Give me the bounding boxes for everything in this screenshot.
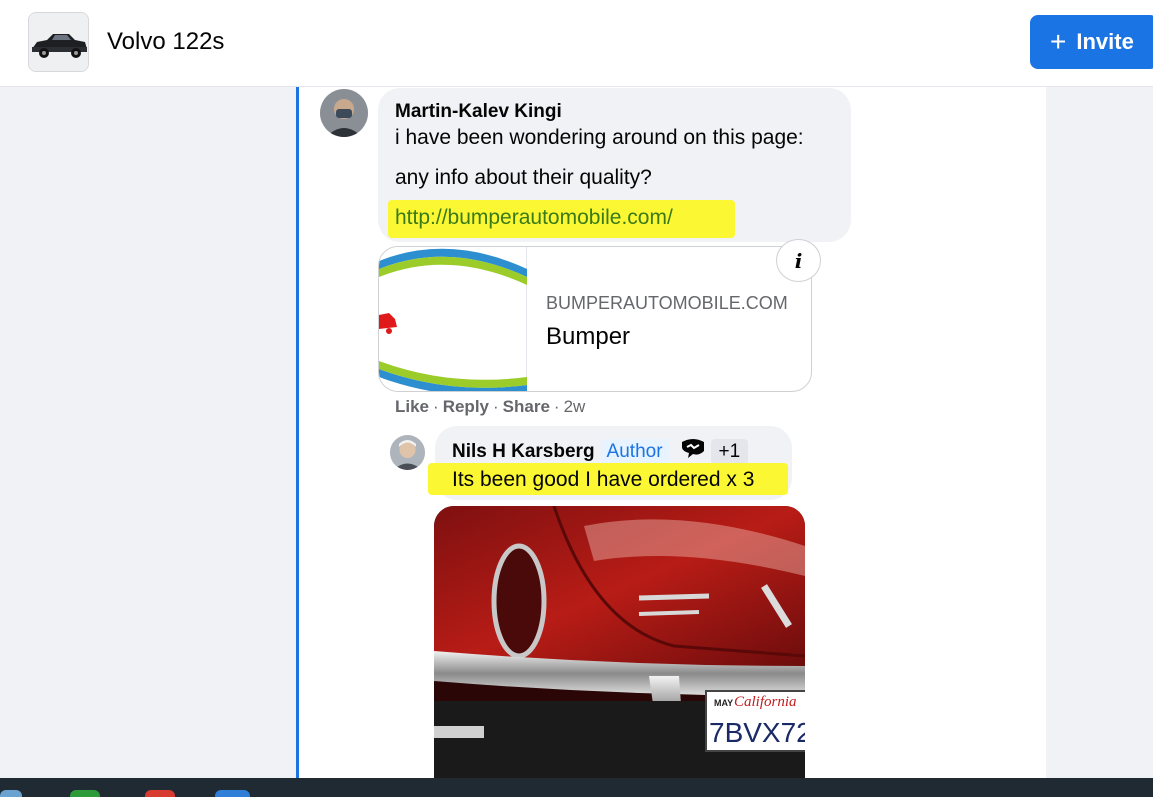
os-taskbar (0, 778, 1153, 797)
share-button[interactable]: Share (503, 397, 550, 416)
taskbar-app-icon[interactable] (145, 790, 175, 797)
avatar[interactable] (320, 89, 368, 137)
like-button[interactable]: Like (395, 397, 429, 416)
bumper-logo-image (379, 248, 527, 391)
red-volvo-rear-image: MAY California 7BVX72 (434, 506, 805, 778)
comment-actions: Like · Reply · Share · 2w (395, 397, 585, 417)
user-avatar-icon (390, 435, 425, 470)
reply-text: Its been good I have ordered x 3 (452, 468, 755, 491)
separator-dot: · (433, 397, 439, 416)
attached-photo[interactable]: MAY California 7BVX72 (434, 506, 805, 778)
user-avatar-icon (320, 89, 368, 137)
comment-text-line: any info about their quality? (395, 166, 652, 189)
taskbar-app-icon[interactable] (0, 790, 22, 797)
group-title[interactable]: Volvo 122s (107, 28, 224, 56)
preview-title: Bumper (546, 323, 631, 350)
invite-label: Invite (1076, 29, 1134, 54)
link-preview-image (379, 247, 527, 391)
separator-dot: · (493, 397, 499, 416)
plate-state: California (734, 694, 797, 710)
plate-number: 7BVX72 (709, 717, 805, 748)
comment-bubble: Martin-Kalev Kingi i have been wondering… (378, 88, 851, 242)
group-cover-thumbnail[interactable] (28, 12, 89, 72)
author-badge: Author (600, 438, 669, 465)
info-label: i (794, 248, 803, 273)
badge-count: +1 (710, 438, 749, 465)
comment-author[interactable]: Martin-Kalev Kingi (395, 101, 562, 123)
car-thumbnail-image (29, 13, 88, 71)
top-fan-icon (679, 438, 707, 465)
plate-month: MAY (714, 698, 733, 708)
comment-text-line: i have been wondering around on this pag… (395, 126, 804, 149)
reply-button[interactable]: Reply (443, 397, 489, 416)
plus-icon: + (1050, 26, 1067, 57)
info-icon[interactable]: i (776, 239, 821, 282)
avatar[interactable] (390, 435, 425, 470)
separator-dot: · (553, 397, 560, 416)
reply-header: Nils H Karsberg Author +1 (452, 438, 749, 465)
comment-link[interactable]: http://bumperautomobile.com/ (395, 206, 673, 230)
preview-domain: BUMPERAUTOMOBILE.COM (546, 293, 788, 313)
invite-button[interactable]: + Invite (1030, 15, 1153, 69)
thread-line (296, 87, 299, 778)
comment-author[interactable]: Nils H Karsberg (452, 441, 595, 463)
taskbar-app-icon[interactable] (215, 790, 250, 797)
link-preview-card[interactable]: BUMPERAUTOMOBILE.COM Bumper (378, 246, 812, 392)
comment-time[interactable]: 2w (564, 397, 586, 416)
taskbar-app-icon[interactable] (70, 790, 100, 797)
reply-bubble: Nils H Karsberg Author +1 Its been good … (428, 426, 792, 500)
group-header: Volvo 122s + Invite (0, 0, 1153, 87)
